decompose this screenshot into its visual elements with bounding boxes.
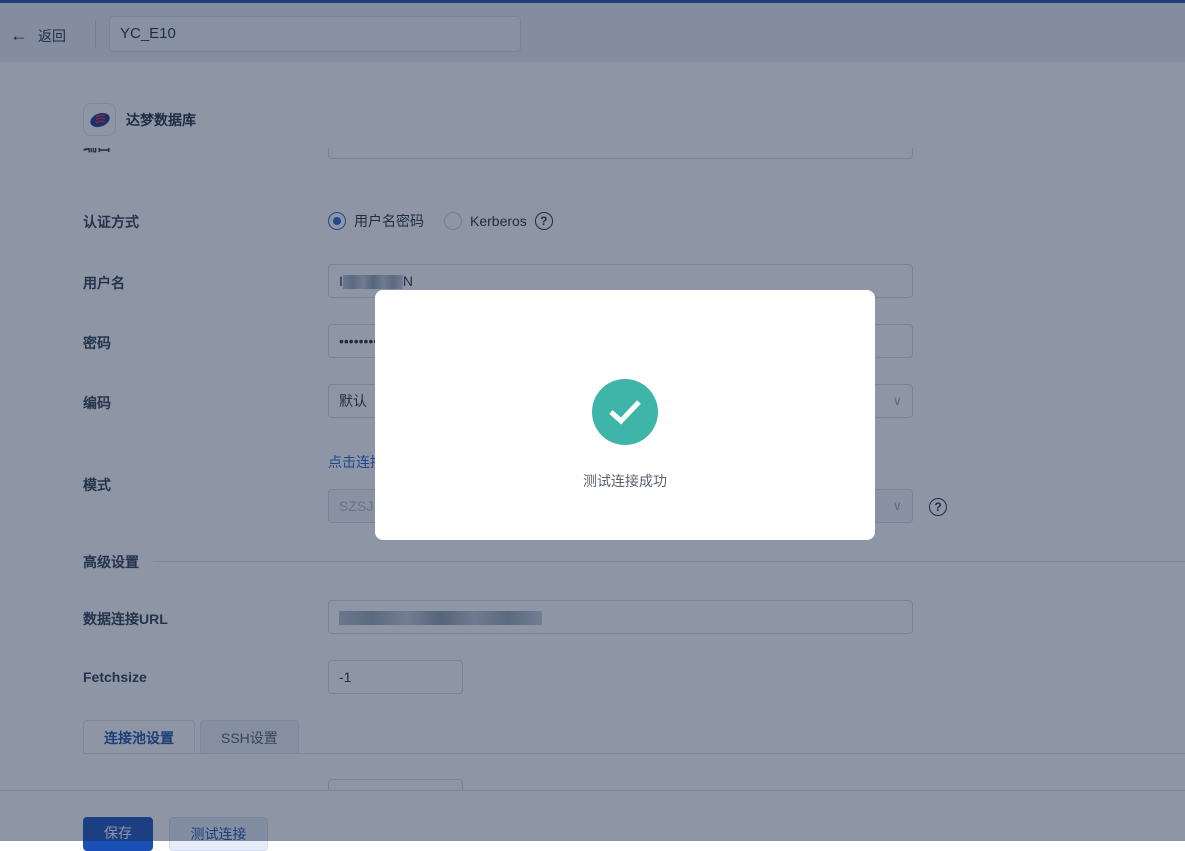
success-dialog: 测试连接成功 bbox=[375, 290, 875, 540]
success-message: 测试连接成功 bbox=[583, 473, 667, 489]
check-circle-icon bbox=[592, 379, 658, 445]
